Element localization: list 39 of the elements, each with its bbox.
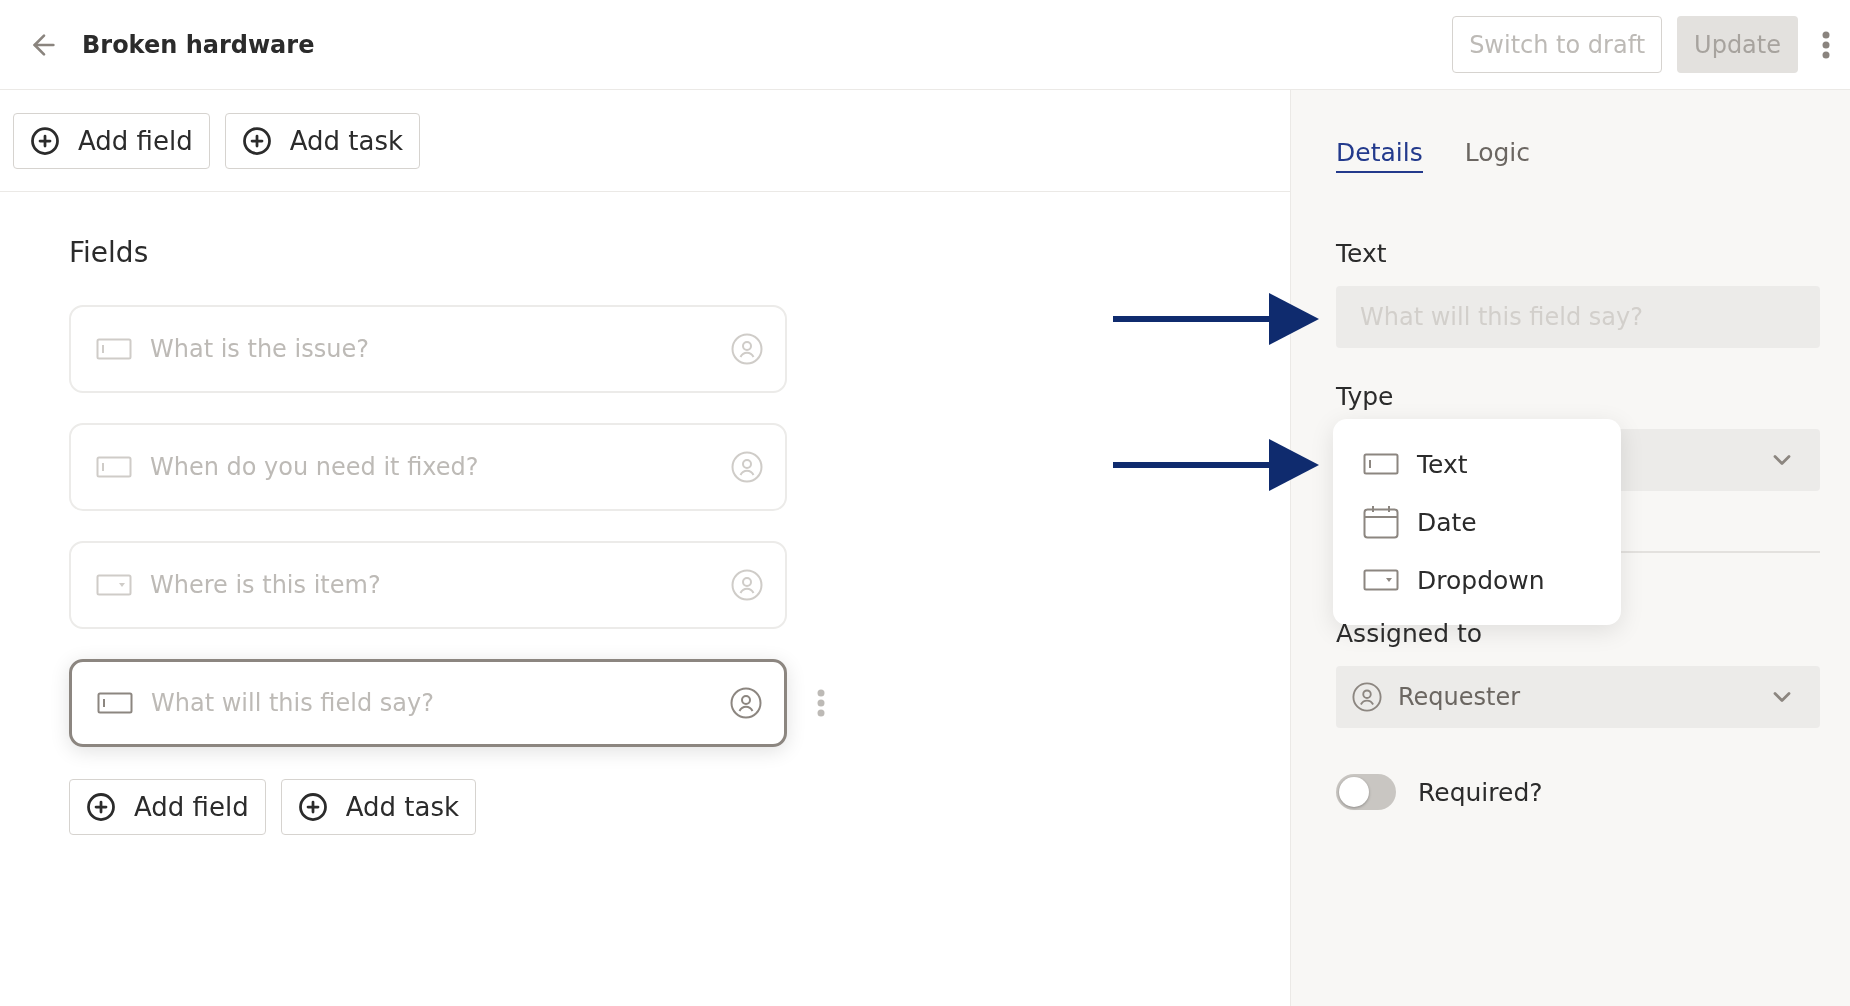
- text-field-icon: [96, 455, 132, 479]
- user-icon: [731, 333, 763, 365]
- calendar-icon: [1363, 505, 1399, 539]
- required-toggle[interactable]: [1336, 774, 1396, 810]
- field-label: Type: [1336, 382, 1395, 411]
- user-icon: [731, 569, 763, 601]
- field-label: Assigned to: [1336, 619, 1484, 648]
- add-button[interactable]: Add field: [69, 779, 266, 835]
- text-field-icon: [1363, 452, 1399, 476]
- plus-circle-icon: [30, 125, 60, 156]
- add-button[interactable]: Add task: [224, 112, 421, 169]
- page-title: Broken hardware: [82, 30, 316, 59]
- field-placeholder: Where is this item?: [150, 571, 382, 599]
- text-field-icon: [97, 691, 133, 715]
- menu-item[interactable]: Date: [1333, 493, 1621, 551]
- user-icon: [731, 451, 763, 483]
- plus-circle-icon: [297, 792, 328, 822]
- add-button[interactable]: Add field: [13, 112, 210, 169]
- more-icon[interactable]: [1822, 30, 1830, 59]
- field-placeholder: What is the issue?: [150, 335, 370, 363]
- dropdown-field-icon: [96, 573, 132, 597]
- dropdown-field-icon: [1363, 568, 1399, 592]
- menu-item[interactable]: Text: [1333, 435, 1621, 493]
- toggle-label: Required?: [1418, 777, 1543, 807]
- plus-circle-icon: [86, 792, 116, 822]
- tab[interactable]: Logic: [1464, 138, 1531, 173]
- drag-handle-icon[interactable]: [817, 689, 825, 717]
- plus-circle-icon: [241, 125, 272, 156]
- user-icon: [730, 687, 762, 719]
- field-placeholder: When do you need it fixed?: [150, 453, 480, 481]
- menu-item[interactable]: Dropdown: [1333, 551, 1621, 609]
- user-icon: [1352, 682, 1382, 712]
- text-field-icon: [96, 337, 132, 361]
- field-placeholder: What will this field say?: [151, 689, 435, 717]
- field-label: Text: [1336, 239, 1388, 268]
- tab[interactable]: Details: [1336, 138, 1423, 173]
- section-heading: Fields: [69, 236, 150, 269]
- assignee-select[interactable]: Requester: [1336, 666, 1820, 728]
- add-button[interactable]: Add task: [280, 779, 477, 835]
